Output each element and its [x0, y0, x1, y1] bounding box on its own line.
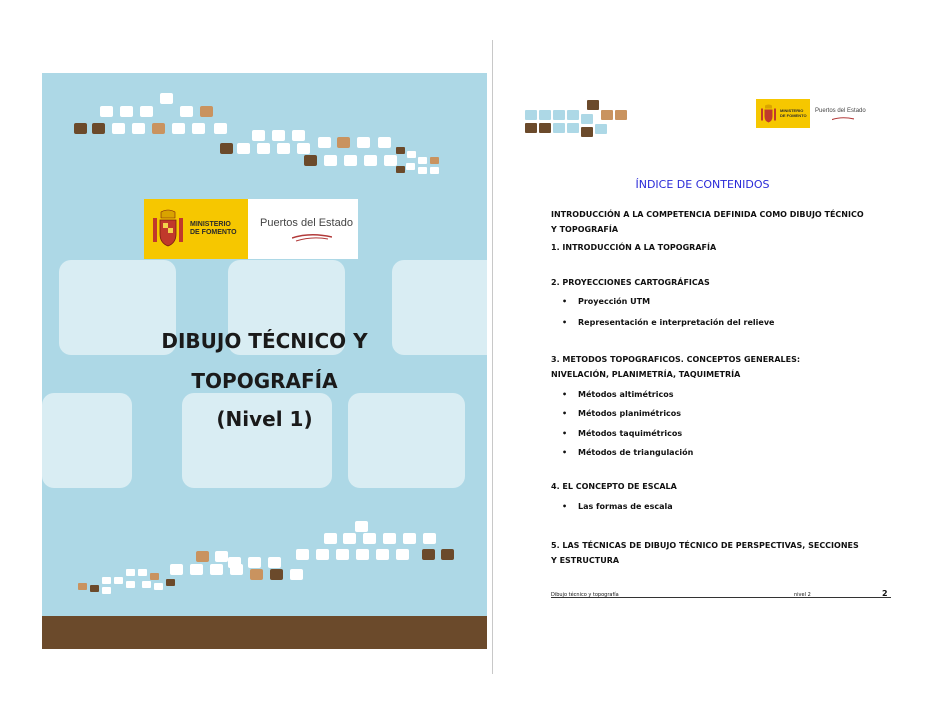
page-number: 2 [882, 589, 888, 598]
ministerio-logo: MINISTERIO DE FOMENTO [756, 99, 810, 128]
puertos-logo: Puertos del Estado [810, 99, 866, 128]
cover-page: MINISTERIO DE FOMENTO Puertos del Estado… [42, 73, 487, 649]
puertos-logo: Puertos del Estado [248, 199, 358, 259]
toc-section: 4. EL CONCEPTO DE ESCALA [551, 482, 677, 491]
toc-bullet-item: Representación e interpretación del reli… [562, 315, 774, 330]
footer-rule [551, 597, 891, 598]
puertos-logo-text: Puertos del Estado [815, 108, 866, 114]
toc-section: 5. LAS TÉCNICAS DE DIBUJO TÉCNICO DE PER… [551, 541, 859, 565]
toc-title: ÍNDICE DE CONTENIDOS [635, 178, 770, 191]
toc-bullet-item: Métodos taquimétricos [562, 426, 682, 441]
cover-bottom-band [42, 616, 487, 649]
swoosh-icon [832, 117, 854, 121]
index-page: MINISTERIO DE FOMENTO Puertos del Estado… [515, 60, 895, 620]
header-logo-banner: MINISTERIO DE FOMENTO Puertos del Estado [756, 99, 866, 128]
toc-bullet-item: Métodos de triangulación [562, 445, 693, 460]
logo-banner: MINISTERIO DE FOMENTO Puertos del Estado [144, 199, 358, 259]
toc-section: INTRODUCCIÓN A LA COMPETENCIA DEFINIDA C… [551, 210, 864, 234]
toc-bullet-item: Las formas de escala [562, 499, 673, 514]
ministerio-logo-text: MINISTERIO DE FOMENTO [780, 108, 807, 118]
ministerio-logo-text: MINISTERIO DE FOMENTO [190, 221, 237, 236]
toc-section: 1. INTRODUCCIÓN A LA TOPOGRAFÍA [551, 243, 717, 252]
toc-bullet-item: Métodos altimétricos [562, 387, 673, 402]
cover-title-line1: DIBUJO TÉCNICO Y [161, 329, 368, 353]
page-divider [492, 40, 493, 674]
toc-bullet-item: Proyección UTM [562, 294, 650, 309]
toc-bullet-item: Métodos planimétricos [562, 406, 681, 421]
cover-title-line3: (Nivel 1) [216, 407, 313, 431]
cover-title-line2: TOPOGRAFÍA [191, 369, 338, 393]
ministerio-logo: MINISTERIO DE FOMENTO [144, 199, 248, 259]
coat-of-arms-icon [153, 209, 183, 247]
toc-section: 2. PROYECCIONES CARTOGRÁFICAS [551, 278, 710, 287]
swoosh-icon [292, 234, 332, 242]
toc-section: 3. METODOS TOPOGRAFICOS. CONCEPTOS GENER… [551, 355, 801, 379]
coat-of-arms-icon [761, 104, 776, 123]
puertos-logo-text: Puertos del Estado [260, 217, 353, 229]
